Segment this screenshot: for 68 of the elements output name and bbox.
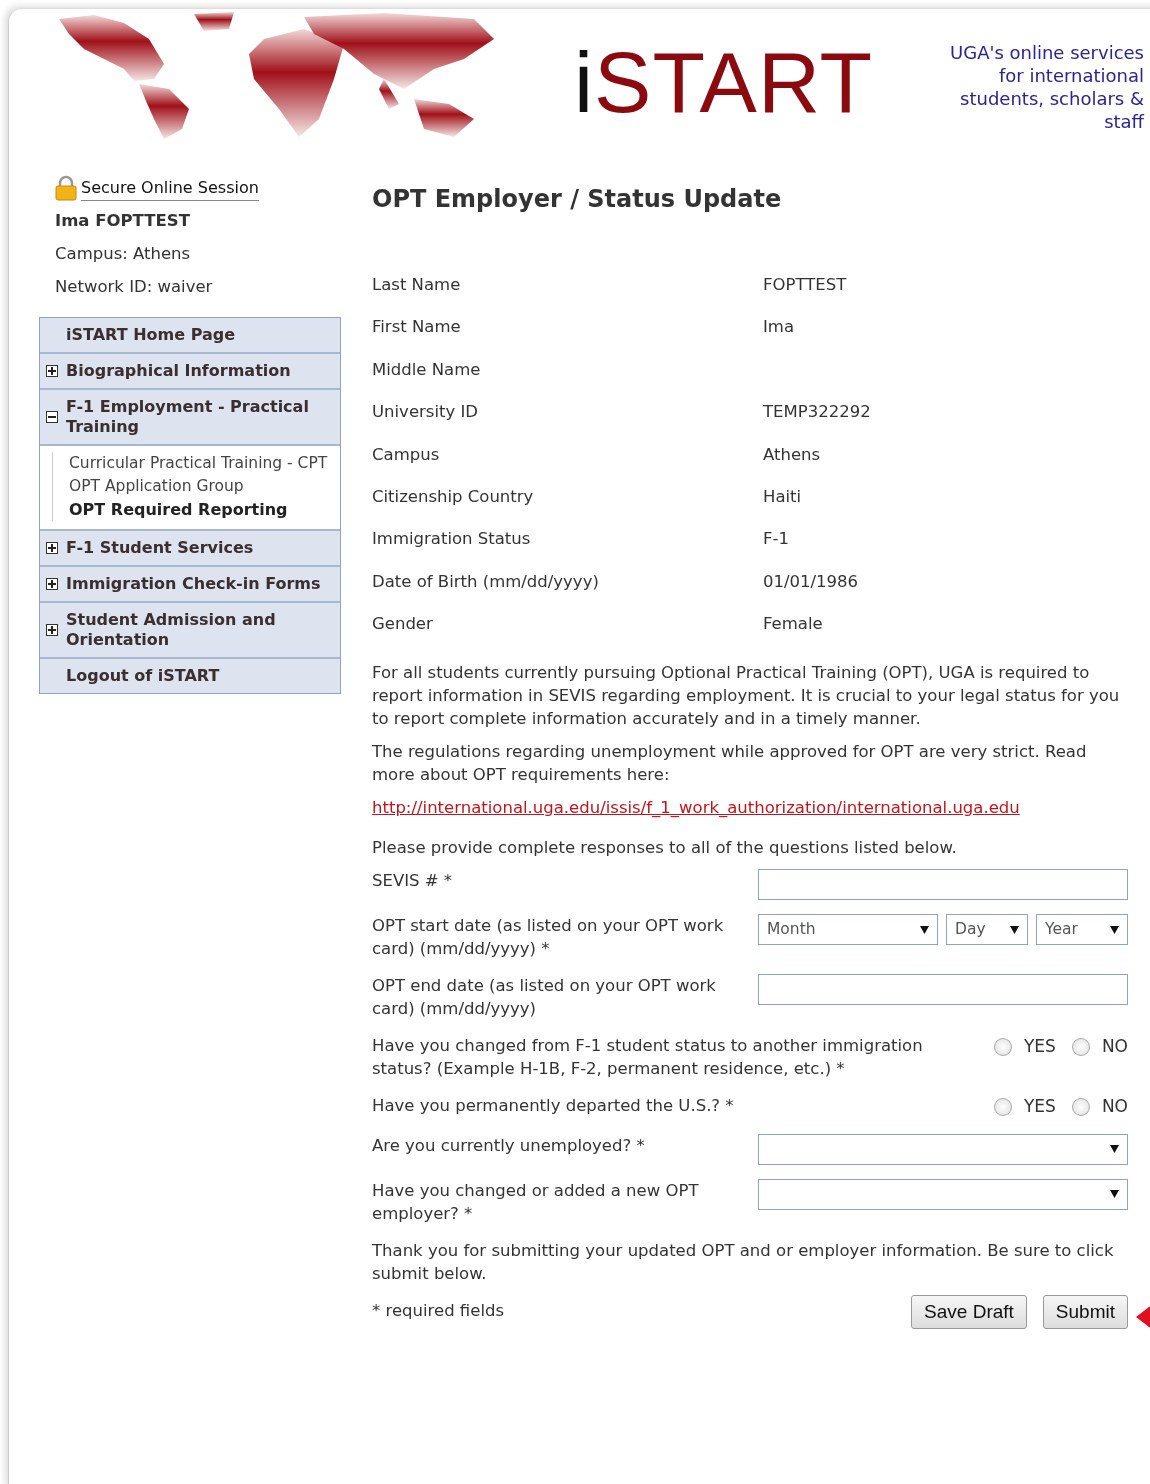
input-field[interactable] [758, 974, 1128, 1005]
user-name: Ima FOPTTEST [55, 210, 191, 232]
radio-label: NO [1101, 1035, 1128, 1058]
radio-button[interactable] [1071, 1097, 1090, 1116]
page-title: OPT Employer / Status Update [372, 184, 783, 215]
radio-button[interactable] [1071, 1037, 1090, 1056]
instructions: Please provide complete responses to all of the questions listed below. [372, 837, 958, 860]
field-label: Immigration Status [372, 528, 532, 551]
dropdown[interactable] [758, 1178, 1128, 1210]
radio-label: NO [1101, 1095, 1128, 1118]
field-value: Ima [763, 316, 795, 339]
paragraph: The regulations regarding unemployment while approved for OPT are very strict. Read more about OPT requirements here: [372, 740, 1088, 786]
paragraph: For all students currently pursuing Optional Practical Training (OPT), UGA is required to report information in SEVIS regarding employment. It is crucial to your legal status for you to report complete information accurately and in a timely manner. [372, 661, 1121, 730]
network-id-label: Network ID: waiver [55, 275, 214, 298]
dropdown[interactable] [758, 1133, 1128, 1165]
field-label: Middle Name [372, 358, 482, 381]
radio-label: YES [1023, 1035, 1056, 1058]
question-label: Have you changed from F-1 student status to another immigration status? (Example H-1B, F-2, permanent residence, etc.) * [372, 1035, 924, 1080]
logo: iSTART [574, 39, 874, 125]
field-value: 01/01/1986 [763, 570, 859, 593]
required-note: * required fields [372, 1300, 505, 1323]
question-label: Have you permanently departed the U.S.? * [372, 1095, 735, 1117]
field-value: F-1 [763, 528, 789, 551]
save-draft-button[interactable]: Save Draft [911, 1294, 1027, 1329]
collapse-icon[interactable] [46, 411, 58, 424]
field-value: Haiti [763, 485, 802, 508]
question-label: OPT start date (as listed on your OPT work card) (mm/dd/yyyy) * [372, 915, 725, 960]
field-label: University ID [372, 401, 480, 424]
radio-label: YES [1023, 1095, 1056, 1118]
field-value: FOPTTEST [763, 274, 847, 296]
expand-icon[interactable] [46, 624, 58, 637]
nav-subitem[interactable]: OPT Required Reporting [52, 498, 330, 522]
dropdown-arrow-icon [1110, 925, 1119, 934]
radio-button[interactable] [993, 1037, 1012, 1056]
input-field[interactable] [758, 869, 1128, 900]
date-dropdown[interactable]: Year [1036, 914, 1128, 945]
field-value: Female [763, 613, 823, 636]
field-label: Last Name [372, 274, 462, 296]
field-value: Athens [763, 443, 821, 466]
radio-button[interactable] [993, 1097, 1012, 1116]
field-label: Date of Birth (mm/dd/yyyy) [372, 570, 600, 593]
field-label: Citizenship Country [372, 485, 535, 508]
question-label: OPT end date (as listed on your OPT work card) (mm/dd/yyyy) [372, 975, 717, 1020]
question-label: SEVIS # * [372, 870, 454, 892]
dropdown-arrow-icon [1110, 1190, 1119, 1198]
field-label: First Name [372, 316, 462, 339]
closing-text: Thank you for submitting your updated OPT and or employer information. Be sure to click submit below. [372, 1239, 1115, 1285]
padlock-icon [55, 175, 77, 201]
requirements-link[interactable]: http://international.uga.edu/issis/f_1_work_authorization/international.uga.edu [372, 795, 1128, 821]
field-label: Gender [372, 613, 434, 636]
dropdown-arrow-icon [920, 925, 929, 934]
date-dropdown[interactable]: Day [946, 914, 1028, 945]
question-label: Are you currently unemployed? * [372, 1134, 646, 1157]
question-label: Have you changed or added a new OPT employer? * [372, 1179, 700, 1225]
dropdown-arrow-icon [1110, 1145, 1119, 1153]
date-dropdown[interactable]: Month [758, 914, 938, 945]
submit-button[interactable]: Submit [1042, 1294, 1128, 1329]
expand-icon[interactable] [46, 578, 58, 591]
campus-label: Campus: Athens [55, 242, 192, 265]
nav-subitem[interactable]: Curricular Practical Training - CPT [52, 452, 330, 476]
expand-icon[interactable] [46, 365, 58, 378]
dropdown-arrow-icon [1010, 925, 1019, 934]
tagline: UGA's online services for international students, scholars & staff [949, 41, 1144, 133]
secure-session-link[interactable]: Secure Online Session [81, 175, 259, 201]
nav-subitem[interactable]: OPT Application Group [52, 475, 330, 499]
field-label: Campus [372, 443, 441, 466]
expand-icon[interactable] [46, 542, 58, 555]
field-value: TEMP322292 [763, 401, 871, 424]
